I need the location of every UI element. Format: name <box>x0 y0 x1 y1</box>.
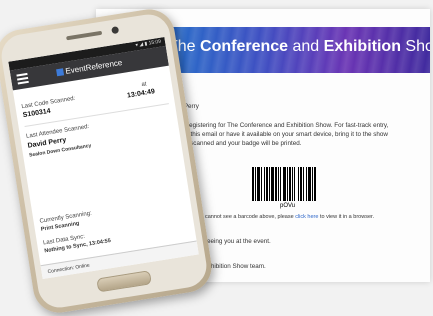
status-time: 15:09 <box>148 38 162 47</box>
email-body-line-1: you for registering for The Conference a… <box>166 122 389 129</box>
last-code-time-label: at <box>141 81 148 89</box>
brand-name: EventReference <box>64 57 123 76</box>
email-body-line-2: print out this email or have it availabl… <box>166 131 388 138</box>
barcode-help-suffix: to view it in a browser. <box>318 214 375 220</box>
barcode-text: pOVu <box>280 203 296 209</box>
hamburger-menu-icon[interactable] <box>16 72 29 85</box>
banner-title-bold-2: Exhibition <box>323 38 401 55</box>
banner-title-bold-1: Conference <box>200 38 289 55</box>
last-code-time: 13:04:49 <box>126 88 156 100</box>
barcode-image <box>252 167 328 201</box>
phone-screen: ▾ ◢ ▮ 15:09 EventReference Last Code Sca… <box>8 37 199 280</box>
banner-title-mid: and <box>288 38 324 55</box>
view-in-browser-link[interactable]: click here <box>295 214 318 220</box>
banner-title: The Conference and Exhibition Show <box>168 38 430 56</box>
barcode-help-text: If you cannot see a barcode above, pleas… <box>190 214 374 220</box>
last-code-value: S100314 <box>22 107 52 120</box>
app-brand: EventReference <box>56 58 123 77</box>
brand-logo-icon <box>56 68 65 77</box>
barcode-help-prefix: If you cannot see a barcode above, pleas… <box>190 214 296 220</box>
banner-title-suffix: Show <box>405 38 430 55</box>
